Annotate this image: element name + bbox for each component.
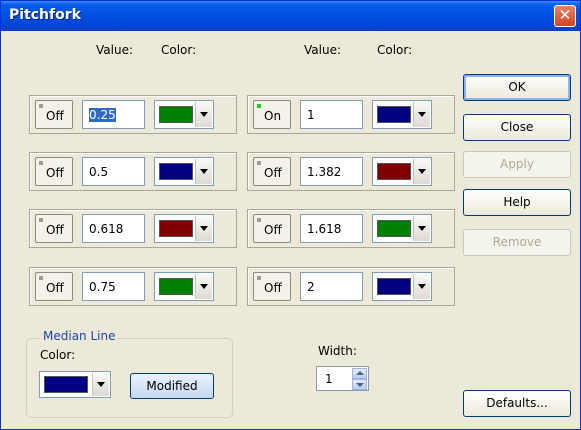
level-row: Off 0.25: [29, 95, 237, 134]
color-swatch: [377, 106, 411, 123]
level-toggle-button[interactable]: Off: [35, 272, 73, 301]
toggle-label: Off: [264, 223, 282, 237]
level-value-input[interactable]: 0.75: [82, 272, 145, 301]
level-row: On 1: [247, 95, 455, 134]
median-line-title: Median Line: [40, 329, 119, 343]
level-toggle-button[interactable]: Off: [253, 157, 291, 186]
color-swatch: [377, 163, 411, 180]
width-label: Width:: [318, 344, 357, 358]
title-bar: Pitchfork ✕: [1, 1, 580, 31]
toggle-indicator: [257, 276, 261, 280]
median-color-label: Color:: [40, 348, 76, 362]
defaults-button[interactable]: Defaults...: [463, 390, 571, 417]
level-value-text: 1: [307, 108, 315, 122]
chevron-down-icon[interactable]: [413, 216, 430, 241]
toggle-label: Off: [264, 281, 282, 295]
toggle-indicator: [39, 104, 43, 108]
level-value-text: 1.382: [307, 165, 342, 179]
level-value-text: 0.25: [89, 108, 116, 122]
level-color-dropdown[interactable]: [154, 100, 214, 129]
level-toggle-button[interactable]: On: [253, 100, 291, 129]
close-button[interactable]: Close: [463, 114, 571, 141]
median-color-dropdown[interactable]: [39, 371, 111, 398]
level-row: Off 1.618: [247, 209, 455, 248]
chevron-down-icon[interactable]: [413, 159, 430, 184]
spin-up-icon[interactable]: [352, 368, 367, 379]
ok-button[interactable]: OK: [463, 74, 571, 101]
level-value-text: 2: [307, 280, 315, 294]
color-swatch: [159, 163, 193, 180]
level-value-text: 0.5: [89, 165, 109, 179]
chevron-down-icon[interactable]: [413, 102, 430, 127]
chevron-down-icon[interactable]: [195, 216, 212, 241]
level-toggle-button[interactable]: Off: [253, 214, 291, 243]
level-row: Off 2: [247, 267, 455, 306]
color-swatch: [159, 106, 193, 123]
level-color-dropdown[interactable]: [372, 214, 432, 243]
chevron-down-icon[interactable]: [195, 274, 212, 299]
level-toggle-button[interactable]: Off: [35, 157, 73, 186]
level-value-input[interactable]: 1.382: [300, 157, 363, 186]
color-swatch: [159, 278, 193, 295]
modified-button[interactable]: Modified: [130, 373, 214, 399]
color-swatch: [44, 376, 88, 393]
level-value-input[interactable]: 1: [300, 100, 363, 129]
level-value-input[interactable]: 1.618: [300, 214, 363, 243]
chevron-down-icon[interactable]: [195, 159, 212, 184]
level-color-dropdown[interactable]: [154, 214, 214, 243]
level-toggle-button[interactable]: Off: [253, 272, 291, 301]
spin-down-icon[interactable]: [352, 379, 367, 390]
toggle-indicator: [39, 218, 43, 222]
value-header-right: Value:: [304, 43, 341, 57]
toggle-label: On: [264, 109, 282, 123]
color-swatch: [159, 220, 193, 237]
width-spinner[interactable]: 1: [316, 366, 369, 391]
level-row: Off 1.382: [247, 152, 455, 191]
level-value-input[interactable]: 0.5: [82, 157, 145, 186]
chevron-down-icon[interactable]: [413, 274, 430, 299]
pitchfork-dialog: Pitchfork ✕ Value: Color: Value: Color: …: [0, 0, 581, 430]
chevron-down-icon[interactable]: [92, 373, 109, 396]
toggle-indicator: [257, 104, 261, 108]
toggle-label: Off: [46, 166, 64, 180]
level-row: Off 0.75: [29, 267, 237, 306]
apply-button[interactable]: Apply: [463, 151, 571, 178]
level-value-text: 1.618: [307, 222, 342, 236]
toggle-label: Off: [46, 109, 64, 123]
level-row: Off 0.618: [29, 209, 237, 248]
toggle-label: Off: [46, 281, 64, 295]
color-header-right: Color:: [377, 43, 413, 57]
level-value-input[interactable]: 2: [300, 272, 363, 301]
toggle-indicator: [39, 161, 43, 165]
value-header-left: Value:: [96, 43, 133, 57]
window-title: Pitchfork: [9, 7, 81, 23]
toggle-label: Off: [264, 166, 282, 180]
width-value: 1: [325, 372, 333, 386]
level-toggle-button[interactable]: Off: [35, 100, 73, 129]
toggle-indicator: [257, 218, 261, 222]
close-window-button[interactable]: ✕: [554, 5, 576, 27]
toggle-indicator: [39, 276, 43, 280]
level-color-dropdown[interactable]: [154, 157, 214, 186]
chevron-down-icon[interactable]: [195, 102, 212, 127]
level-value-text: 0.75: [89, 280, 116, 294]
level-color-dropdown[interactable]: [372, 272, 432, 301]
level-value-input[interactable]: 0.25: [82, 100, 145, 129]
level-row: Off 0.5: [29, 152, 237, 191]
level-color-dropdown[interactable]: [372, 157, 432, 186]
level-value-text: 0.618: [89, 222, 124, 236]
level-color-dropdown[interactable]: [372, 100, 432, 129]
color-swatch: [377, 220, 411, 237]
color-swatch: [377, 278, 411, 295]
level-toggle-button[interactable]: Off: [35, 214, 73, 243]
level-color-dropdown[interactable]: [154, 272, 214, 301]
color-header-left: Color:: [161, 43, 197, 57]
help-button[interactable]: Help: [463, 189, 571, 216]
remove-button[interactable]: Remove: [463, 229, 571, 256]
level-value-input[interactable]: 0.618: [82, 214, 145, 243]
toggle-indicator: [257, 161, 261, 165]
toggle-label: Off: [46, 223, 64, 237]
